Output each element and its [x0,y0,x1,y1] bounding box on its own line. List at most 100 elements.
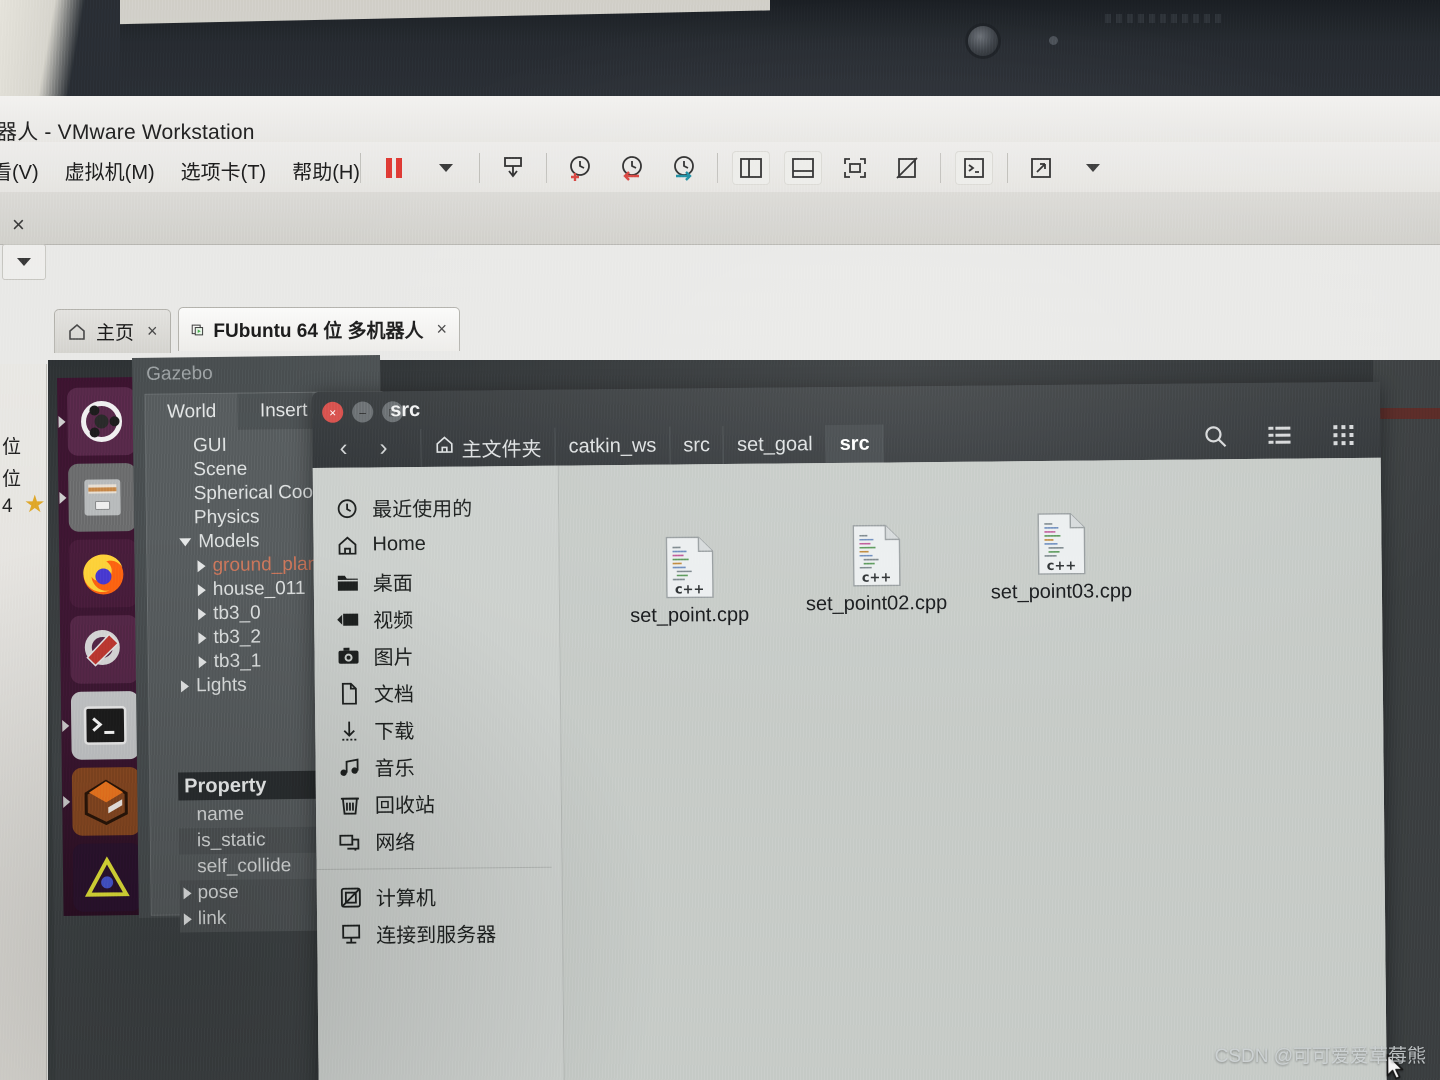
file-item[interactable]: c++ set_point02.cpp [788,524,964,617]
pause-button[interactable] [375,151,413,185]
trash-icon [338,793,361,816]
sidebar-item-下载[interactable]: 下载 [315,710,560,749]
desktop-red-accent [1378,408,1440,419]
toolbar-separator [717,153,718,183]
library-close-button[interactable]: × [12,212,25,238]
gazebo-tree-item-label: Physics [193,506,260,529]
sidebar-item-音乐[interactable]: 音乐 [315,747,560,786]
sidebar-item-计算机[interactable]: 计算机 [317,877,562,916]
vm-tab-ubuntu[interactable]: FUbuntu 64 位 多机器人 × [178,307,460,351]
dock-item-settings[interactable] [69,615,139,684]
dock-item-gazebo[interactable] [71,767,141,836]
vm-tab-ubuntu-close-icon[interactable]: × [436,319,447,340]
show-library-button[interactable] [732,151,770,185]
file-item[interactable]: c++ set_point03.cpp [973,512,1149,605]
expand-dropdown-caret[interactable] [1074,151,1112,185]
gazebo-tab-world[interactable]: World [145,393,238,433]
dock-running-indicator [59,491,67,504]
sidebar-item-label: 图片 [373,647,414,670]
breadcrumb-item-src[interactable]: src [670,426,725,465]
grid-view-icon[interactable] [1328,420,1358,450]
snapshot-manager-button[interactable] [665,151,703,185]
library-row-2[interactable]: 4 [2,496,13,518]
file-manager-body: 最近使用的 Home 桌面 视频图片文档 下载音乐回收站 网络计算机连接到服务器 c++ … [312,457,1404,1080]
breadcrumb-item-label: src [683,433,711,456]
menu-item-vm[interactable]: 虚拟机(M) [65,156,155,185]
breadcrumb-item-set_goal[interactable]: set_goal [723,425,827,465]
gazebo-tree-item-label: tb3_1 [213,650,262,673]
gazebo-tree-item-label: GUI [192,434,227,457]
home-icon [335,534,358,557]
gazebo-property-label: pose [197,881,239,904]
sidebar-item-label: 最近使用的 [372,498,473,522]
expand-button[interactable] [1022,151,1060,185]
dock-item-rviz[interactable] [72,843,142,912]
library-row-1[interactable]: 位 [2,464,21,491]
breadcrumb-item--[interactable]: 主文件夹 [420,427,556,467]
sidebar-item-连接到服务器[interactable]: 连接到服务器 [317,914,562,953]
menu-item-help[interactable]: 帮助(H) [292,156,360,185]
sidebar-item-网络[interactable]: 网络 [316,821,561,860]
svg-text:c++: c++ [1046,559,1076,574]
search-icon[interactable] [1200,421,1230,451]
fullscreen-button[interactable] [836,151,874,185]
dock-item-terminal[interactable] [70,691,140,760]
unity-mode-button[interactable] [888,151,926,185]
vm-tab-home[interactable]: 主页 × [54,309,171,353]
breadcrumb-item-src[interactable]: src [826,424,884,464]
close-button[interactable]: × [322,401,344,423]
sidebar-item-文档[interactable]: 文档 [315,673,560,712]
laptop-bezel [0,0,1440,96]
sidebar-item-视频[interactable]: 视频 [314,599,559,638]
sidebar-item-Home[interactable]: Home [313,525,558,564]
console-view-button[interactable] [955,151,993,185]
sidebar-item-label: 连接到服务器 [376,924,497,948]
sidebar-item-回收站[interactable]: 回收站 [316,784,561,823]
library-favorite-star-icon[interactable]: ★ [24,490,46,519]
vm-tab-home-close-icon[interactable]: × [147,321,158,342]
sidebar-item-图片[interactable]: 图片 [314,636,559,675]
menu-item-view[interactable]: 看(V) [0,156,39,185]
file-item[interactable]: c++ set_point.cpp [601,536,777,629]
sidebar-item-最近使用的[interactable]: 最近使用的 [313,488,558,527]
minimize-button[interactable]: – [352,401,374,423]
chevron-right-icon [198,608,207,621]
gazebo-tree-item-label: tb3_2 [213,626,262,649]
sidebar-item-桌面[interactable]: 桌面 [314,562,559,601]
show-thumbnail-bar-button[interactable] [784,151,822,185]
folder-icon [336,571,359,594]
breadcrumb: 主文件夹 catkin_ws src set_goal src [420,424,884,467]
file-list-area[interactable]: c++ set_point.cpp c++ set_point02.cpp c+… [558,457,1388,1080]
dock-item-firefox[interactable] [68,539,138,608]
snapshot-button[interactable] [494,151,532,185]
menu-item-tabs[interactable]: 选项卡(T) [181,156,267,185]
chevron-right-icon [183,913,192,926]
list-view-icon[interactable] [1264,421,1294,451]
cpp-file-icon: c++ [663,536,716,599]
gazebo-tree-item-label: Models [198,530,260,553]
settings-icon [84,629,120,667]
pause-dropdown-caret[interactable] [427,151,465,185]
chevron-right-icon [198,656,207,669]
server-icon [339,923,362,946]
gazebo-tree-item-label: tb3_0 [212,602,261,625]
library-dropdown-button[interactable] [2,244,46,280]
revert-snapshot-button[interactable] [613,151,651,185]
laptop-brand-logo [1105,14,1225,23]
rviz-icon [84,856,130,897]
dock-item-files[interactable] [68,463,137,532]
dock-item-ubuntu[interactable] [67,387,136,456]
breadcrumb-item-catkin_ws[interactable]: catkin_ws [555,426,671,466]
ubuntu-logo-icon [81,400,123,442]
back-button[interactable]: ‹ [326,432,360,466]
sidebar-item-label: 音乐 [374,758,415,781]
toolbar-separator [479,153,480,183]
vm-tab-home-label: 主页 [96,323,135,344]
breadcrumb-item-label: 主文件夹 [461,438,542,462]
dock-running-indicator [58,415,66,428]
vmware-tabstrip [0,192,1440,245]
forward-button[interactable]: › [366,431,400,465]
vm-icon [191,324,204,335]
library-row-0[interactable]: 位 [2,432,21,459]
take-snapshot-button[interactable] [561,151,599,185]
